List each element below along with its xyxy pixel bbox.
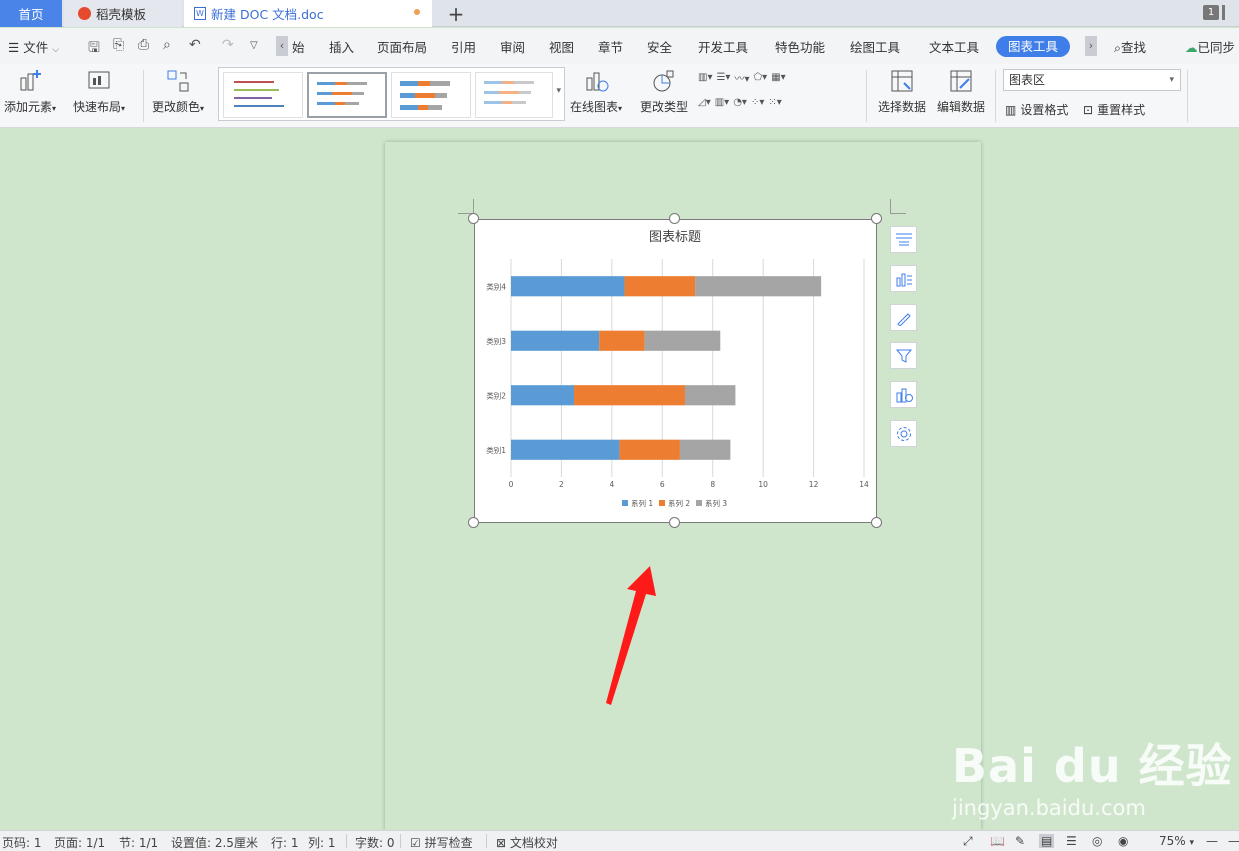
spell-check-icon: ☑ bbox=[410, 836, 421, 850]
status-separator bbox=[400, 834, 401, 848]
status-setting-value[interactable]: 设置值: 2.5厘米 bbox=[171, 834, 258, 851]
zoom-out-icon[interactable]: — bbox=[1206, 834, 1218, 848]
status-separator bbox=[486, 834, 487, 848]
fullscreen-icon[interactable]: ⤢ bbox=[963, 834, 973, 849]
eye-protection-icon[interactable]: ◉ bbox=[1118, 834, 1128, 848]
status-bar: 页码: 1 页面: 1/1 节: 1/1 设置值: 2.5厘米 行: 1 列: … bbox=[0, 830, 1239, 851]
chevron-down-icon: ▾ bbox=[1189, 838, 1195, 848]
status-section[interactable]: 节: 1/1 bbox=[119, 834, 158, 851]
proofread-label: 文档校对 bbox=[509, 836, 558, 850]
read-mode-icon[interactable]: 📖 bbox=[990, 834, 1005, 848]
status-separator bbox=[346, 834, 347, 848]
baidu-jingyan-watermark: Bai du 经验 bbox=[952, 730, 1233, 796]
zoom-slider[interactable]: — bbox=[1228, 834, 1239, 848]
status-word-count[interactable]: 字数: 0 bbox=[355, 834, 395, 851]
status-page-code[interactable]: 页码: 1 bbox=[2, 834, 42, 851]
proofread-icon: ⊠ bbox=[496, 836, 507, 850]
page-view-icon[interactable]: ▤ bbox=[1039, 834, 1055, 848]
outline-view-icon[interactable]: ☰ bbox=[1066, 834, 1077, 848]
edit-mode-icon[interactable]: ✎ bbox=[1015, 834, 1025, 848]
watermark-url: jingyan.baidu.com bbox=[952, 796, 1146, 820]
spell-check-label: 拼写检查 bbox=[424, 836, 473, 850]
red-arrow-icon bbox=[606, 566, 656, 705]
status-pages[interactable]: 页面: 1/1 bbox=[54, 834, 105, 851]
proofread-button[interactable]: ⊠ 文档校对 bbox=[496, 834, 558, 851]
status-row[interactable]: 行: 1 bbox=[271, 834, 299, 851]
watermark-logo-text: Bai du 经验 bbox=[952, 739, 1233, 793]
status-col[interactable]: 列: 1 bbox=[308, 834, 336, 851]
annotation-arrow-layer bbox=[606, 566, 656, 705]
zoom-value: 75% bbox=[1159, 834, 1186, 848]
spell-check-button[interactable]: ☑ 拼写检查 bbox=[410, 834, 473, 851]
web-view-icon[interactable]: ◎ bbox=[1092, 834, 1102, 848]
zoom-select[interactable]: 75% ▾ bbox=[1159, 834, 1194, 848]
